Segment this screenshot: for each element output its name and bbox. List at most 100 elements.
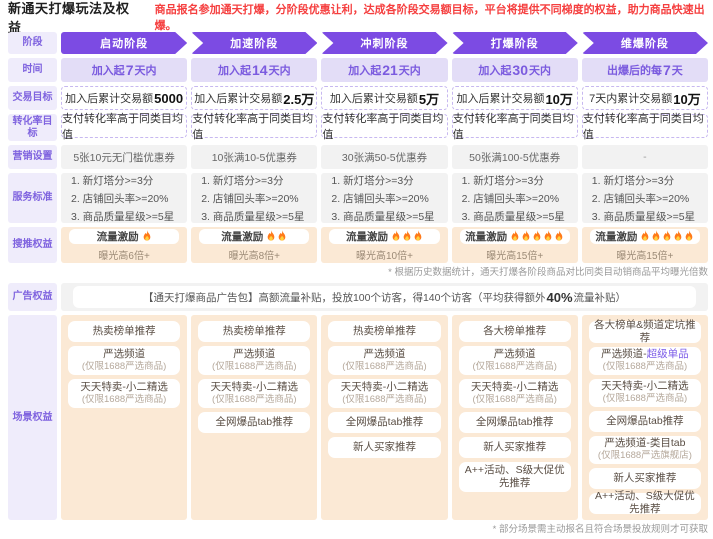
scene-box-title: 全网爆品tab推荐: [606, 415, 684, 428]
flame-group: [265, 230, 287, 242]
scene-box-title: 热卖榜单推荐: [353, 325, 416, 338]
scene-box-title: 严选频道: [103, 348, 145, 361]
scene-box-title: 各大榜单推荐: [483, 325, 546, 338]
service-line: 1. 新灯塔分>=3分: [201, 173, 283, 188]
time-post: 天内: [399, 62, 421, 78]
scene-box-title: 天天特卖-小二精选: [80, 381, 168, 394]
scene-box-title: 新人买家推荐: [483, 441, 546, 454]
time-post: 天内: [269, 62, 291, 78]
traffic-incentive-pill: 流量激励: [329, 229, 439, 244]
search-cell: 流量激励 曝光高10倍+: [321, 227, 447, 263]
gmv-num: 10万: [545, 89, 572, 108]
time-post: 天内: [529, 62, 551, 78]
scene-box-title: 全网爆品tab推荐: [215, 416, 293, 429]
ads-package-box: 【通天打爆商品广告包】高额流量补贴，投放100个访客，得140个访客（平均获得额…: [73, 286, 696, 308]
scene-box-sub: (仅限1688严选旗舰店): [598, 450, 692, 462]
traffic-incentive-pill: 流量激励: [199, 229, 309, 244]
service-line: 1. 新灯塔分>=3分: [592, 173, 674, 188]
scene-box: 热卖榜单推荐: [198, 321, 310, 342]
incentive-label: 流量激励: [465, 229, 507, 244]
row-label-time: 时间: [8, 58, 57, 82]
search-footnote: * 根据历史数据统计，通天打爆各阶段商品对比同类目动销商品平均曝光倍数: [61, 267, 708, 279]
flame-icon: [532, 230, 542, 242]
service-line: 2. 店铺回头率>=20%: [592, 191, 689, 206]
flame-icon: [662, 230, 672, 242]
ads-percent: 40%: [547, 290, 573, 305]
flame-icon: [543, 230, 553, 242]
scene-cell: 各大榜单推荐 严选频道(仅限1688严选商品) 天天特卖-小二精选(仅限1688…: [452, 315, 578, 520]
flame-group: [509, 230, 564, 242]
scene-box-title: 严选频道: [494, 348, 536, 361]
search-cell: 流量激励 曝光高15倍+: [452, 227, 578, 263]
exposure-text: 曝光高15倍+: [590, 247, 700, 262]
scene-box-highlight: 超级单品: [647, 348, 689, 360]
scene-box-title: 全网爆品tab推荐: [476, 416, 554, 429]
scene-box-title: 严选频道: [233, 348, 275, 361]
gmv-pre: 加入后累计交易额: [194, 90, 282, 106]
scene-box-sub: (仅限1688严选商品): [472, 394, 556, 406]
cvr-cell: 支付转化率高于同类目均值: [321, 114, 447, 138]
service-line: 2. 店铺回头率>=20%: [71, 191, 168, 206]
service-cell: 1. 新灯塔分>=3分2. 店铺回头率>=20%3. 商品质量星级>=5星: [191, 173, 317, 223]
time-post: 天: [672, 62, 683, 78]
scene-box: 天天特卖-小二精选(仅限1688严选商品): [459, 379, 571, 408]
scene-box-sub: (仅限1688严选商品): [212, 361, 296, 373]
flame-icon: [684, 230, 694, 242]
stage-arrow-2: 加速阶段: [191, 32, 317, 54]
flame-icon: [413, 230, 423, 242]
search-cell: 流量激励 曝光高15倍+: [582, 227, 708, 263]
cvr-cell: 支付转化率高于同类目均值: [582, 114, 708, 138]
gmv-num: 10万: [673, 89, 700, 108]
scene-footnote: * 部分场景需主动报名且符合场景投放规则才可获取: [61, 524, 708, 536]
flame-icon: [521, 230, 531, 242]
time-pre: 加入起: [92, 62, 125, 78]
scene-box-title: 各大榜单&频道定坑推荐: [591, 319, 699, 345]
row-label-ads: 广告权益: [8, 283, 57, 311]
scene-box: 严选频道(仅限1688严选商品): [459, 346, 571, 375]
service-line: 3. 商品质量星级>=5星: [71, 209, 174, 224]
incentive-label: 流量激励: [221, 229, 263, 244]
stage-arrow-3: 冲刺阶段: [321, 32, 447, 54]
scene-box-sub: (仅限1688严选商品): [603, 361, 687, 373]
cvr-cell: 支付转化率高于同类目均值: [452, 114, 578, 138]
stage-arrow-1: 启动阶段: [61, 32, 187, 54]
time-num: 7: [663, 62, 671, 78]
flame-icon: [510, 230, 520, 242]
scene-box-title: 热卖榜单推荐: [223, 325, 286, 338]
marketing-cell: 30张满50-5优惠券: [321, 145, 447, 169]
incentive-label: 流量激励: [595, 229, 637, 244]
scene-box-title: 严选频道-超级单品: [601, 348, 689, 361]
traffic-incentive-pill: 流量激励: [590, 229, 700, 244]
gmv-cell: 加入后累计交易额5000: [61, 86, 187, 110]
gmv-pre: 加入后累计交易额: [65, 90, 153, 106]
scene-box: 新人买家推荐: [459, 437, 571, 458]
time-cell: 加入起30天内: [452, 58, 578, 82]
scene-box-title: 全网爆品tab推荐: [346, 416, 424, 429]
time-num: 21: [382, 62, 398, 78]
scene-box-sub: (仅限1688严选商品): [603, 393, 687, 405]
scene-box: 天天特卖-小二精选(仅限1688严选商品): [68, 379, 180, 408]
page-header: 新通天打爆玩法及权益 商品报名参加通天打爆，分阶段优惠让利，达成各阶段交易额目标…: [8, 8, 708, 26]
scene-box-title: A++活动、S级大促优先推荐: [591, 490, 699, 516]
scene-box-title: A++活动、S级大促优先推荐: [461, 464, 569, 490]
service-line: 3. 商品质量星级>=5星: [201, 209, 304, 224]
scene-box-sub: (仅限1688严选商品): [82, 394, 166, 406]
scene-box-title: 天天特卖-小二精选: [341, 381, 429, 394]
flame-icon: [673, 230, 683, 242]
scene-box-title: 新人买家推荐: [353, 441, 416, 454]
row-label-marketing: 营销设置: [8, 145, 57, 169]
stage-arrow-4: 打爆阶段: [452, 32, 578, 54]
scene-box-title-text: 严选频道-: [601, 348, 647, 360]
search-cell: 流量激励 曝光高8倍+: [191, 227, 317, 263]
time-pre: 加入起: [478, 62, 511, 78]
service-line: 3. 商品质量星级>=5星: [592, 209, 695, 224]
traffic-incentive-pill: 流量激励: [460, 229, 570, 244]
service-line: 2. 店铺回头率>=20%: [462, 191, 559, 206]
scene-box-sub: (仅限1688严选商品): [472, 361, 556, 373]
scene-box: 严选频道(仅限1688严选商品): [68, 346, 180, 375]
row-label-cvr: 转化率目标: [8, 114, 57, 141]
flame-icon: [266, 230, 276, 242]
scene-box-title: 严选频道: [363, 348, 405, 361]
scene-box: 新人买家推荐: [328, 437, 440, 458]
scene-box: 严选频道-类目tab(仅限1688严选旗舰店): [589, 436, 701, 464]
